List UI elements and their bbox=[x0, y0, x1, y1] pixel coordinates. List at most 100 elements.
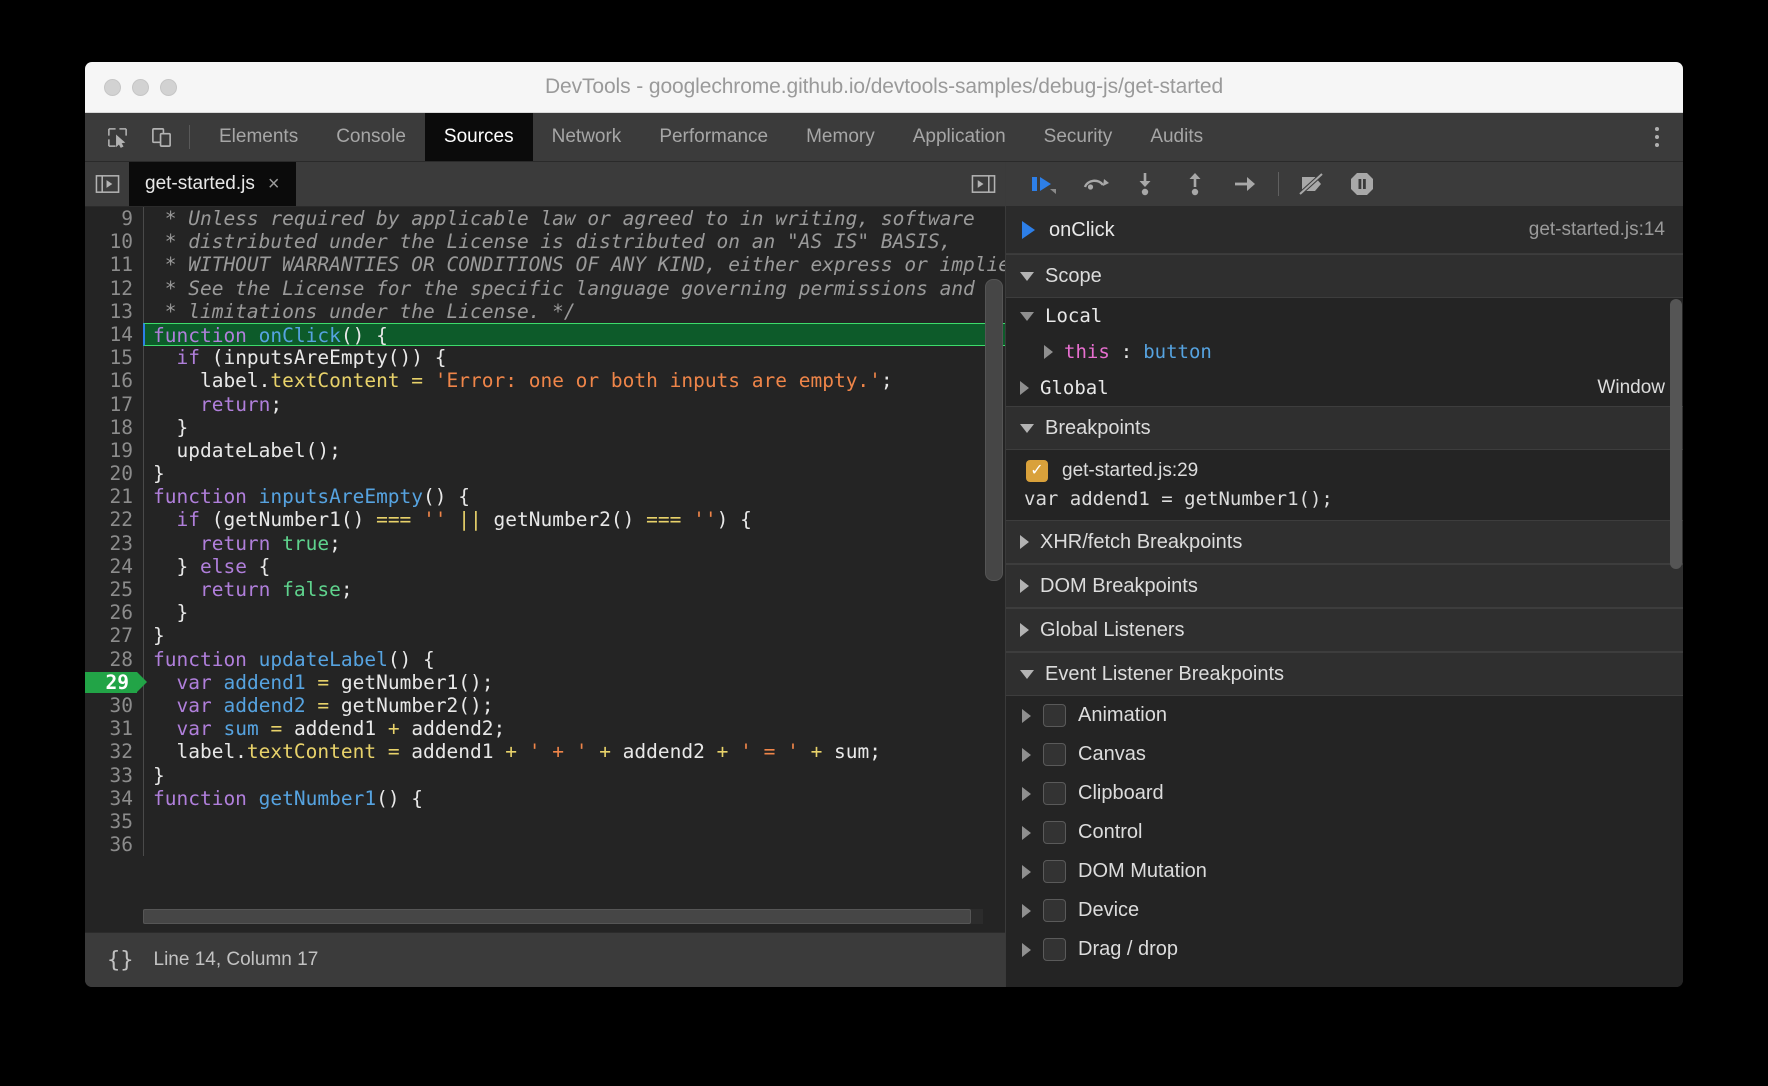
code-line[interactable]: 31 var sum = addend1 + addend2; bbox=[85, 717, 1005, 740]
event-listener-checkbox[interactable] bbox=[1043, 821, 1066, 844]
scope-group-local[interactable]: Local bbox=[1006, 298, 1683, 334]
chevron-right-icon[interactable] bbox=[1022, 904, 1031, 918]
line-number[interactable]: 31 bbox=[85, 717, 143, 740]
line-number[interactable]: 24 bbox=[85, 555, 143, 578]
breakpoints-section-header[interactable]: Breakpoints bbox=[1006, 406, 1683, 450]
breakpoint-list-item[interactable]: ✓ get-started.js:29 var addend1 = getNum… bbox=[1006, 450, 1683, 520]
scope-variable-this[interactable]: this: button bbox=[1006, 334, 1683, 370]
line-number[interactable]: 32 bbox=[85, 740, 143, 763]
tab-security[interactable]: Security bbox=[1025, 113, 1132, 161]
call-frame-row[interactable]: onClick get-started.js:14 bbox=[1006, 207, 1683, 254]
dom-breakpoints-header[interactable]: DOM Breakpoints bbox=[1006, 564, 1683, 608]
line-number[interactable]: 35 bbox=[85, 810, 143, 833]
line-number[interactable]: 30 bbox=[85, 694, 143, 717]
event-listener-checkbox[interactable] bbox=[1043, 743, 1066, 766]
show-navigator-icon[interactable] bbox=[85, 162, 129, 206]
tab-sources[interactable]: Sources bbox=[425, 113, 533, 161]
resume-icon[interactable] bbox=[1020, 162, 1070, 206]
chevron-right-icon[interactable] bbox=[1022, 826, 1031, 840]
event-listener-breakpoint-row[interactable]: Device bbox=[1006, 891, 1683, 930]
minimize-window-icon[interactable] bbox=[132, 79, 149, 96]
code-line[interactable]: 23 return true; bbox=[85, 532, 1005, 555]
code-line[interactable]: 24 } else { bbox=[85, 555, 1005, 578]
code-line[interactable]: 32 label.textContent = addend1 + ' + ' +… bbox=[85, 740, 1005, 763]
line-number[interactable]: 18 bbox=[85, 416, 143, 439]
tab-audits[interactable]: Audits bbox=[1131, 113, 1222, 161]
code-line[interactable]: 13 * limitations under the License. */ bbox=[85, 300, 1005, 323]
pretty-print-icon[interactable]: {} bbox=[107, 948, 134, 973]
scope-section-header[interactable]: Scope bbox=[1006, 254, 1683, 298]
code-line[interactable]: 11 * WITHOUT WARRANTIES OR CONDITIONS OF… bbox=[85, 253, 1005, 276]
line-number[interactable]: 13 bbox=[85, 300, 143, 323]
code-line[interactable]: 20} bbox=[85, 462, 1005, 485]
code-line[interactable]: 15 if (inputsAreEmpty()) { bbox=[85, 346, 1005, 369]
code-line[interactable]: 19 updateLabel(); bbox=[85, 439, 1005, 462]
line-number[interactable]: 25 bbox=[85, 578, 143, 601]
editor-vertical-scrollbar[interactable] bbox=[985, 279, 1003, 581]
line-number[interactable]: 21 bbox=[85, 485, 143, 508]
line-number[interactable]: 27 bbox=[85, 624, 143, 647]
event-listener-breakpoint-row[interactable]: DOM Mutation bbox=[1006, 852, 1683, 891]
inspect-element-icon[interactable] bbox=[95, 113, 139, 161]
code-line[interactable]: 25 return false; bbox=[85, 578, 1005, 601]
line-number[interactable]: 9 bbox=[85, 207, 143, 230]
event-listener-breakpoint-row[interactable]: Drag / drop bbox=[1006, 930, 1683, 969]
chevron-right-icon[interactable] bbox=[1022, 748, 1031, 762]
event-listener-breakpoint-row[interactable]: Canvas bbox=[1006, 735, 1683, 774]
code-line[interactable]: 33} bbox=[85, 764, 1005, 787]
tab-application[interactable]: Application bbox=[894, 113, 1025, 161]
chevron-right-icon[interactable] bbox=[1022, 787, 1031, 801]
line-number[interactable]: 22 bbox=[85, 508, 143, 531]
line-number[interactable]: 20 bbox=[85, 462, 143, 485]
event-listener-checkbox[interactable] bbox=[1043, 938, 1066, 961]
code-line[interactable]: 35 bbox=[85, 810, 1005, 833]
line-number[interactable]: 28 bbox=[85, 648, 143, 671]
code-line[interactable]: 29 var addend1 = getNumber1(); bbox=[85, 671, 1005, 694]
maximize-window-icon[interactable] bbox=[160, 79, 177, 96]
debugger-vertical-scrollbar[interactable] bbox=[1670, 299, 1682, 569]
code-line[interactable]: 36 bbox=[85, 833, 1005, 856]
code-line[interactable]: 18 } bbox=[85, 416, 1005, 439]
code-line[interactable]: 10 * distributed under the License is di… bbox=[85, 230, 1005, 253]
line-number[interactable]: 10 bbox=[85, 230, 143, 253]
line-number[interactable]: 34 bbox=[85, 787, 143, 810]
chevron-right-icon[interactable] bbox=[1022, 943, 1031, 957]
event-listener-checkbox[interactable] bbox=[1043, 860, 1066, 883]
code-line[interactable]: 17 return; bbox=[85, 393, 1005, 416]
code-editor[interactable]: 9 * Unless required by applicable law or… bbox=[85, 207, 1005, 932]
scope-group-global[interactable]: Global Window bbox=[1006, 370, 1683, 406]
code-line[interactable]: 12 * See the License for the specific la… bbox=[85, 277, 1005, 300]
code-line[interactable]: 9 * Unless required by applicable law or… bbox=[85, 207, 1005, 230]
code-line[interactable]: 28function updateLabel() { bbox=[85, 648, 1005, 671]
global-listeners-header[interactable]: Global Listeners bbox=[1006, 608, 1683, 652]
line-number[interactable]: 14 bbox=[85, 323, 143, 346]
code-line[interactable]: 21function inputsAreEmpty() { bbox=[85, 485, 1005, 508]
tab-network[interactable]: Network bbox=[533, 113, 641, 161]
line-number[interactable]: 17 bbox=[85, 393, 143, 416]
file-tab-get-started-js[interactable]: get-started.js × bbox=[129, 162, 296, 206]
code-line[interactable]: 22 if (getNumber1() === '' || getNumber2… bbox=[85, 508, 1005, 531]
event-listener-breakpoint-row[interactable]: Animation bbox=[1006, 696, 1683, 735]
code-line[interactable]: 27} bbox=[85, 624, 1005, 647]
event-listener-checkbox[interactable] bbox=[1043, 782, 1066, 805]
line-number[interactable]: 23 bbox=[85, 532, 143, 555]
chevron-right-icon[interactable] bbox=[1022, 865, 1031, 879]
breakpoint-gutter-marker[interactable]: 29 bbox=[85, 671, 143, 694]
code-line[interactable]: 34function getNumber1() { bbox=[85, 787, 1005, 810]
event-listener-breakpoint-row[interactable]: Control bbox=[1006, 813, 1683, 852]
deactivate-breakpoints-icon[interactable] bbox=[1287, 162, 1337, 206]
event-listener-checkbox[interactable] bbox=[1043, 899, 1066, 922]
close-icon[interactable]: × bbox=[268, 174, 280, 194]
step-icon[interactable] bbox=[1220, 162, 1270, 206]
kebab-menu-icon[interactable] bbox=[1631, 113, 1683, 161]
show-debugger-icon[interactable] bbox=[961, 162, 1005, 206]
tab-performance[interactable]: Performance bbox=[640, 113, 787, 161]
line-number[interactable]: 12 bbox=[85, 277, 143, 300]
xhr-fetch-breakpoints-header[interactable]: XHR/fetch Breakpoints bbox=[1006, 520, 1683, 564]
device-toolbar-icon[interactable] bbox=[139, 113, 183, 161]
event-listener-checkbox[interactable] bbox=[1043, 704, 1066, 727]
line-number[interactable]: 19 bbox=[85, 439, 143, 462]
pause-on-exceptions-icon[interactable] bbox=[1337, 162, 1387, 206]
code-line[interactable]: 16 label.textContent = 'Error: one or bo… bbox=[85, 369, 1005, 392]
line-number[interactable]: 33 bbox=[85, 764, 143, 787]
